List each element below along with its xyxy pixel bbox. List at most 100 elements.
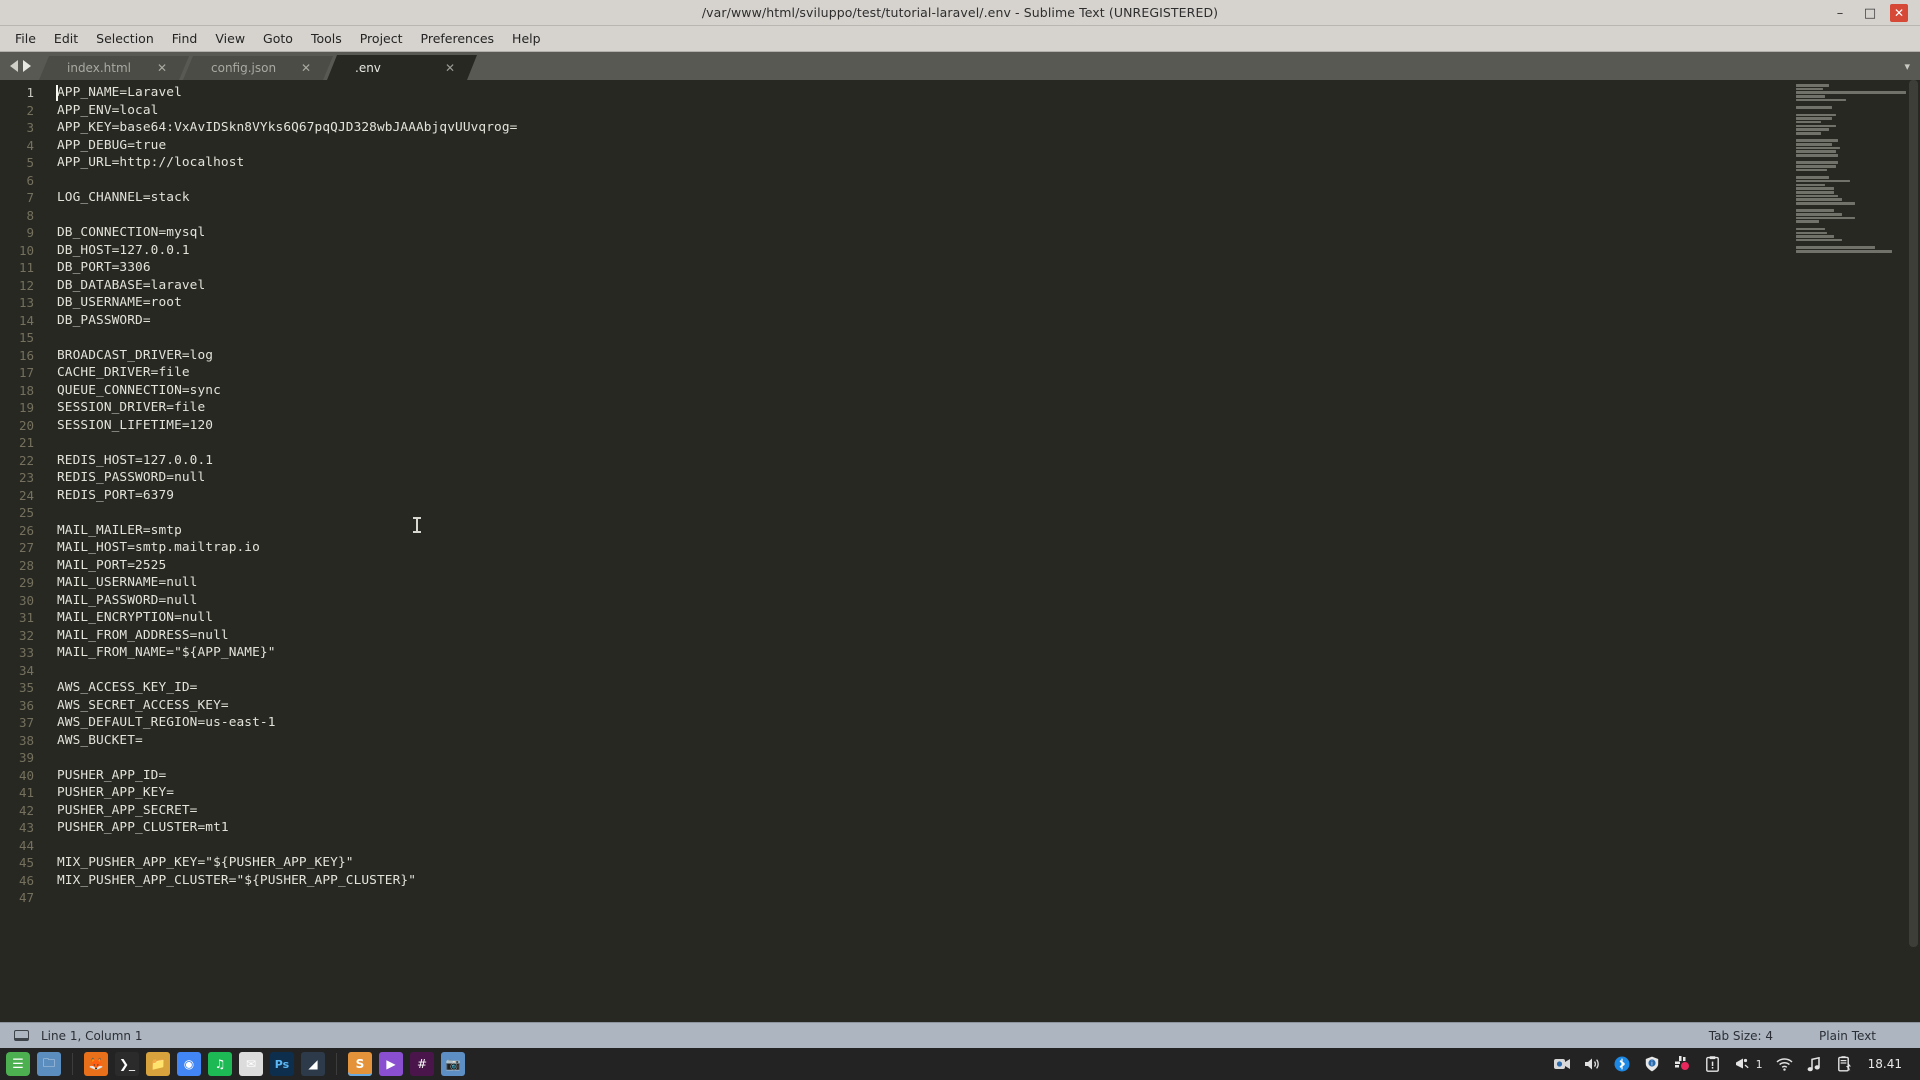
code-line[interactable]: APP_ENV=local [57, 102, 1920, 120]
music-note-icon[interactable] [1806, 1056, 1823, 1073]
code-line[interactable]: REDIS_PORT=6379 [57, 487, 1920, 505]
code-line[interactable]: AWS_ACCESS_KEY_ID= [57, 679, 1920, 697]
taskbar-mail-icon[interactable]: ✉ [239, 1052, 263, 1076]
code-line[interactable]: MAIL_PORT=2525 [57, 557, 1920, 575]
tab-env[interactable]: .env ✕ [327, 55, 477, 80]
code-line[interactable]: DB_USERNAME=root [57, 294, 1920, 312]
code-line[interactable] [57, 837, 1920, 855]
code-line[interactable] [57, 207, 1920, 225]
taskbar-sublime-text-icon[interactable]: S [348, 1052, 372, 1076]
clipboard-icon[interactable] [1704, 1056, 1721, 1073]
code-line[interactable]: MAIL_USERNAME=null [57, 574, 1920, 592]
menu-project[interactable]: Project [351, 28, 412, 49]
code-line[interactable] [57, 504, 1920, 522]
menu-edit[interactable]: Edit [45, 28, 87, 49]
code-line[interactable] [57, 749, 1920, 767]
tab-size-label[interactable]: Tab Size: 4 [1709, 1029, 1773, 1043]
code-line[interactable]: MAIL_HOST=smtp.mailtrap.io [57, 539, 1920, 557]
code-line[interactable]: LOG_CHANNEL=stack [57, 189, 1920, 207]
code-line[interactable]: MAIL_MAILER=smtp [57, 522, 1920, 540]
code-line[interactable] [57, 662, 1920, 680]
code-line[interactable]: APP_URL=http://localhost [57, 154, 1920, 172]
taskbar-vector-editor-icon[interactable]: ◢ [301, 1052, 325, 1076]
menu-file[interactable]: File [6, 28, 45, 49]
menu-preferences[interactable]: Preferences [412, 28, 504, 49]
taskbar-screenshot-tool-icon[interactable]: 📷 [441, 1052, 465, 1076]
tab-overflow-menu-icon[interactable]: ▾ [1904, 60, 1920, 73]
code-line[interactable]: MAIL_FROM_ADDRESS=null [57, 627, 1920, 645]
tab-close-icon[interactable]: ✕ [441, 61, 473, 75]
code-line[interactable]: CACHE_DRIVER=file [57, 364, 1920, 382]
tab-scroll-arrows[interactable] [4, 52, 39, 80]
taskbar-clock[interactable]: 18.41 [1866, 1057, 1902, 1071]
tab-index-html[interactable]: index.html ✕ [39, 56, 189, 80]
code-line[interactable]: AWS_SECRET_ACCESS_KEY= [57, 697, 1920, 715]
code-line[interactable] [57, 889, 1920, 907]
code-line[interactable]: MAIL_FROM_NAME="${APP_NAME}" [57, 644, 1920, 662]
code-line[interactable]: REDIS_PASSWORD=null [57, 469, 1920, 487]
shield-icon[interactable]: i [1644, 1056, 1661, 1073]
menu-goto[interactable]: Goto [254, 28, 302, 49]
menu-tools[interactable]: Tools [302, 28, 351, 49]
taskbar-media-player-icon[interactable]: ▶ [379, 1052, 403, 1076]
tab-scroll-left-icon[interactable] [10, 60, 18, 72]
syntax-mode-label[interactable]: Plain Text [1819, 1029, 1876, 1043]
code-line[interactable]: DB_DATABASE=laravel [57, 277, 1920, 295]
scrollbar-thumb[interactable] [1909, 80, 1918, 947]
taskbar-files-manager-icon[interactable]: 🗀 [37, 1052, 61, 1076]
code-line[interactable] [57, 329, 1920, 347]
code-line[interactable]: AWS_DEFAULT_REGION=us-east-1 [57, 714, 1920, 732]
code-line[interactable]: DB_PASSWORD= [57, 312, 1920, 330]
console-toggle-icon[interactable] [14, 1030, 29, 1041]
code-editor[interactable]: 1 2 3 4 5 6 7 8 9 10 11 12 13 14 15 16 17 18 19 20 21 22 23 24 2… [0, 80, 1920, 1022]
vertical-scrollbar[interactable] [1907, 80, 1920, 1022]
tab-close-icon[interactable]: ✕ [297, 61, 329, 75]
menu-help[interactable]: Help [503, 28, 550, 49]
volume-icon[interactable] [1584, 1056, 1601, 1073]
code-line[interactable]: PUSHER_APP_CLUSTER=mt1 [57, 819, 1920, 837]
tab-close-icon[interactable]: ✕ [153, 61, 185, 75]
code-line[interactable]: AWS_BUCKET= [57, 732, 1920, 750]
code-line[interactable]: MIX_PUSHER_APP_CLUSTER="${PUSHER_APP_CLU… [57, 872, 1920, 890]
code-line[interactable]: APP_NAME=Laravel [57, 84, 1920, 102]
tab-scroll-right-icon[interactable] [23, 60, 31, 72]
code-content-area[interactable]: APP_NAME=Laravel APP_ENV=local APP_KEY=bas… [42, 80, 1920, 1022]
taskbar-photoshop-icon[interactable]: Ps [270, 1052, 294, 1076]
code-line[interactable] [57, 172, 1920, 190]
code-line[interactable] [57, 434, 1920, 452]
taskbar-chrome-icon[interactable]: ◉ [177, 1052, 201, 1076]
maximize-button[interactable]: □ [1860, 3, 1880, 23]
battery-charging-icon[interactable] [1836, 1056, 1853, 1073]
code-line[interactable]: PUSHER_APP_KEY= [57, 784, 1920, 802]
tab-config-json[interactable]: config.json ✕ [183, 56, 333, 80]
notification-bell-icon[interactable] [1734, 1056, 1751, 1073]
taskbar-start-menu-icon[interactable]: ☰ [6, 1052, 30, 1076]
code-line[interactable]: PUSHER_APP_ID= [57, 767, 1920, 785]
code-line[interactable]: DB_PORT=3306 [57, 259, 1920, 277]
code-line[interactable]: DB_CONNECTION=mysql [57, 224, 1920, 242]
taskbar-file-explorer-icon[interactable]: 📁 [146, 1052, 170, 1076]
taskbar-firefox-icon[interactable]: 🦊 [84, 1052, 108, 1076]
code-line[interactable]: BROADCAST_DRIVER=log [57, 347, 1920, 365]
code-line[interactable]: SESSION_LIFETIME=120 [57, 417, 1920, 435]
code-line[interactable]: MAIL_ENCRYPTION=null [57, 609, 1920, 627]
code-line[interactable]: APP_KEY=base64:VxAvIDSkn8VYks6Q67pqQJD32… [57, 119, 1920, 137]
code-line[interactable]: SESSION_DRIVER=file [57, 399, 1920, 417]
screen-record-icon[interactable] [1554, 1056, 1571, 1073]
code-line[interactable]: MIX_PUSHER_APP_KEY="${PUSHER_APP_KEY}" [57, 854, 1920, 872]
code-line[interactable]: APP_DEBUG=true [57, 137, 1920, 155]
bluetooth-icon[interactable] [1614, 1056, 1631, 1073]
taskbar-terminal-icon[interactable]: ❯_ [115, 1052, 139, 1076]
code-line[interactable]: DB_HOST=127.0.0.1 [57, 242, 1920, 260]
code-line[interactable]: QUEUE_CONNECTION=sync [57, 382, 1920, 400]
menu-find[interactable]: Find [163, 28, 207, 49]
code-line[interactable]: REDIS_HOST=127.0.0.1 [57, 452, 1920, 470]
wifi-icon[interactable] [1776, 1056, 1793, 1073]
minimize-button[interactable]: – [1830, 3, 1850, 23]
code-line[interactable]: PUSHER_APP_SECRET= [57, 802, 1920, 820]
taskbar-slack-icon[interactable]: # [410, 1052, 434, 1076]
code-minimap[interactable] [1796, 84, 1906, 253]
close-button[interactable]: ✕ [1890, 4, 1908, 22]
code-line[interactable]: MAIL_PASSWORD=null [57, 592, 1920, 610]
network-manager-icon[interactable] [1674, 1056, 1691, 1073]
